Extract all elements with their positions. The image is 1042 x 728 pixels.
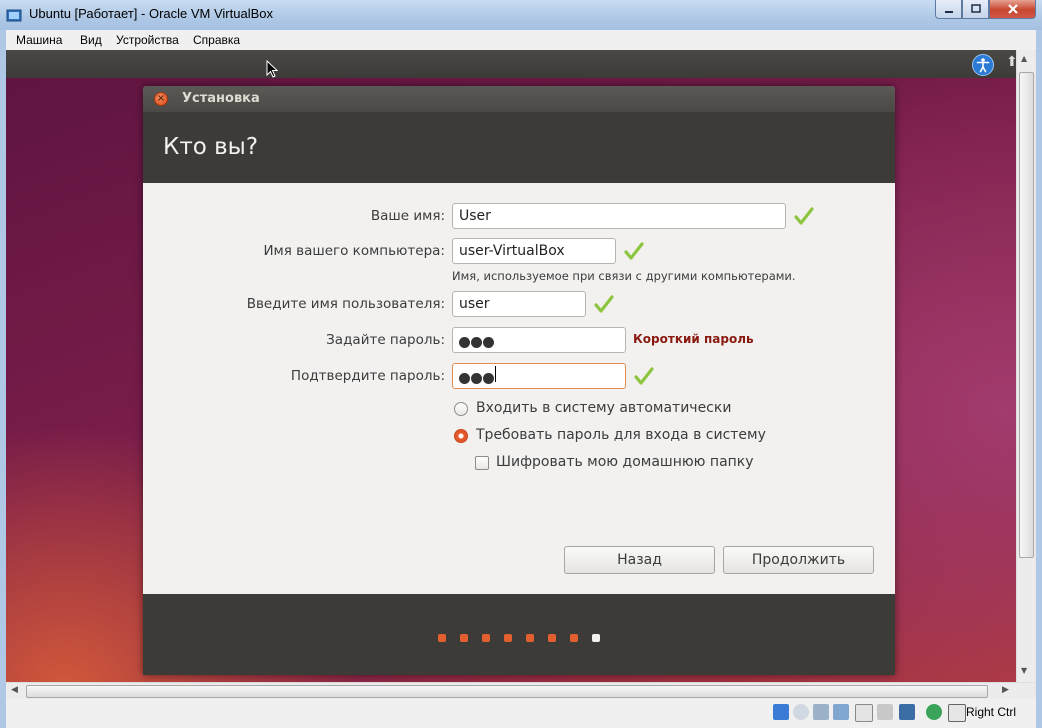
require-password-label[interactable]: Требовать пароль для входа в систему	[476, 427, 766, 443]
confirm-password-label: Подтвердите пароль:	[290, 368, 445, 384]
hard-disk-icon[interactable]	[773, 704, 789, 720]
installer-titlebar: × Установка	[143, 86, 895, 112]
host-titlebar: Ubuntu [Работает] - Oracle VM VirtualBox	[0, 0, 1042, 31]
arrow-up-icon: ⬆	[1006, 54, 1016, 70]
window-frame-right	[1036, 30, 1042, 728]
minimize-button[interactable]	[935, 0, 962, 19]
installer-window-title: Установка	[182, 91, 260, 106]
check-icon	[794, 207, 814, 225]
menu-help[interactable]: Справка	[193, 33, 240, 47]
computer-name-label: Имя вашего компьютера:	[263, 243, 445, 259]
maximize-icon	[970, 4, 981, 13]
scroll-right-icon[interactable]: ▶	[1002, 685, 1009, 695]
vertical-scrollbar[interactable]: ▲ ▼	[1016, 50, 1035, 682]
guest-top-panel	[6, 50, 1016, 78]
password-dot	[471, 373, 482, 384]
progress-dot	[526, 634, 534, 642]
installer-footer	[143, 594, 895, 675]
network-icon[interactable]	[833, 704, 849, 720]
close-button[interactable]	[989, 0, 1036, 19]
display-icon[interactable]	[877, 704, 893, 720]
maximize-button[interactable]	[962, 0, 989, 19]
video-capture-icon[interactable]	[899, 704, 915, 720]
back-button[interactable]: Назад	[564, 546, 715, 574]
installer-close-icon[interactable]: ×	[154, 92, 168, 106]
optical-drive-icon[interactable]	[793, 704, 809, 720]
host-statusbar: Right Ctrl	[6, 699, 1036, 728]
password-input[interactable]	[452, 327, 626, 353]
check-icon	[594, 295, 614, 313]
minimize-icon	[944, 11, 953, 13]
auto-login-label[interactable]: Входить в систему автоматически	[476, 400, 731, 416]
installer-header: Кто вы?	[143, 112, 895, 183]
host-menubar: Машина Вид Устройства Справка	[6, 30, 1036, 51]
password-dot	[483, 337, 494, 348]
usb-icon[interactable]	[813, 704, 829, 720]
mouse-pointer-icon	[266, 60, 278, 78]
confirm-password-input[interactable]	[452, 363, 626, 389]
progress-dot	[482, 634, 490, 642]
text-caret	[495, 366, 496, 382]
progress-dot-current	[592, 634, 600, 642]
window-controls	[935, 0, 1036, 20]
menu-view[interactable]: Вид	[80, 33, 102, 47]
menu-machine[interactable]: Машина	[16, 33, 62, 47]
horizontal-scrollbar[interactable]: ◀ ▶	[6, 682, 1034, 700]
scroll-left-icon[interactable]: ◀	[11, 685, 18, 695]
scroll-down-icon[interactable]: ▼	[1021, 666, 1027, 675]
computer-name-hint: Имя, используемое при связи с другими ко…	[452, 269, 796, 283]
name-label: Ваше имя:	[370, 208, 445, 224]
password-strength-warning: Короткий пароль	[633, 332, 754, 346]
close-icon	[1007, 4, 1018, 14]
page-title: Кто вы?	[163, 134, 259, 160]
password-dot	[471, 337, 482, 348]
require-password-radio[interactable]	[454, 429, 468, 443]
username-input[interactable]	[452, 291, 586, 317]
encrypt-home-checkbox[interactable]	[475, 456, 489, 470]
host-window-title: Ubuntu [Работает] - Oracle VM VirtualBox	[29, 6, 273, 21]
progress-dot	[460, 634, 468, 642]
horizontal-scroll-thumb[interactable]	[26, 685, 988, 698]
virtualbox-icon	[6, 9, 22, 22]
host-key-icon	[948, 704, 966, 722]
progress-dot	[438, 634, 446, 642]
mouse-integration-icon[interactable]	[926, 704, 942, 720]
password-dot	[459, 373, 470, 384]
computer-name-input[interactable]	[452, 238, 616, 264]
progress-dot	[548, 634, 556, 642]
continue-button[interactable]: Продолжить	[723, 546, 874, 574]
progress-dot	[504, 634, 512, 642]
password-dot	[483, 373, 494, 384]
username-label: Введите имя пользователя:	[246, 296, 445, 312]
menu-devices[interactable]: Устройства	[116, 33, 179, 47]
auto-login-radio[interactable]	[454, 402, 468, 416]
vertical-scroll-thumb[interactable]	[1019, 72, 1034, 558]
scroll-up-icon[interactable]: ▲	[1021, 54, 1027, 63]
name-input[interactable]	[452, 203, 786, 229]
check-icon	[634, 367, 654, 385]
password-label: Задайте пароль:	[326, 332, 445, 348]
accessibility-icon[interactable]	[972, 54, 994, 76]
host-key-label: Right Ctrl	[966, 705, 1017, 719]
installer-dialog: × Установка Кто вы? Ваше имя: Имя вашего…	[143, 86, 895, 675]
check-icon	[624, 242, 644, 260]
progress-dot	[570, 634, 578, 642]
shared-folder-icon[interactable]	[855, 704, 873, 722]
password-dot	[459, 337, 470, 348]
encrypt-home-label[interactable]: Шифровать мою домашнюю папку	[496, 454, 754, 470]
